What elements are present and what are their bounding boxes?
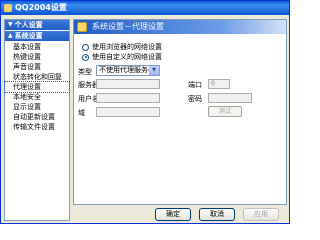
panel-title: 系统设置－代理设置: [92, 22, 164, 31]
settings-folder-icon: [77, 22, 87, 32]
radio-custom-settings[interactable]: 使用自定义的网络设置: [82, 52, 162, 62]
sidebar-group-personal[interactable]: ▼ 个人设置: [5, 20, 69, 30]
radio-label: 使用自定义的网络设置: [92, 53, 162, 61]
sidebar-item-auto-update[interactable]: 自动更新设置: [5, 112, 69, 122]
radio-label: 使用浏览器的网络设置: [92, 43, 162, 51]
window-title: QQ2004设置: [15, 3, 67, 12]
domain-label: 域: [78, 109, 85, 117]
sidebar-item-local-security[interactable]: 本地安全: [5, 92, 69, 102]
expand-arrow-icon: ▼: [8, 21, 13, 28]
password-label: 密码: [188, 95, 202, 103]
sidebar-item-sound[interactable]: 声音设置: [5, 62, 69, 72]
proxy-type-value: 不使用代理服务器: [99, 66, 155, 74]
chevron-down-icon[interactable]: ▼: [149, 66, 159, 75]
sidebar-item-hotkey[interactable]: 热键设置: [5, 52, 69, 62]
settings-window: QQ2004设置 ▼ 个人设置 ▲ 系统设置 基本设置 热键设置 声音设置 状态…: [0, 0, 290, 224]
proxy-type-select[interactable]: 不使用代理服务器 ▼: [96, 65, 160, 76]
server-field[interactable]: [96, 79, 160, 89]
radio-button[interactable]: [82, 43, 89, 51]
radio-browser-settings[interactable]: 使用浏览器的网络设置: [82, 42, 162, 52]
panel-header: 系统设置－代理设置: [74, 20, 286, 34]
port-field[interactable]: 0: [208, 79, 230, 89]
radio-button-checked[interactable]: [82, 53, 89, 61]
sidebar-item-display[interactable]: 显示设置: [5, 102, 69, 112]
settings-sidebar: ▼ 个人设置 ▲ 系统设置 基本设置 热键设置 声音设置 状态转化和回复 代理设…: [4, 19, 70, 221]
sidebar-group-system[interactable]: ▲ 系统设置: [5, 31, 69, 41]
sidebar-item-proxy[interactable]: 代理设置: [4, 81, 70, 93]
collapse-arrow-icon: ▲: [8, 32, 13, 39]
domain-field[interactable]: [96, 107, 160, 117]
port-value: 0: [211, 80, 215, 87]
test-button[interactable]: 测试: [208, 106, 242, 117]
sidebar-group-label: 系统设置: [14, 32, 43, 40]
password-field[interactable]: [208, 93, 252, 103]
port-label: 端口: [188, 81, 202, 89]
cancel-button[interactable]: 取消: [199, 208, 235, 221]
sidebar-item-basic[interactable]: 基本设置: [5, 42, 69, 52]
qq-app-icon: [4, 4, 12, 12]
sidebar-group-label: 个人设置: [14, 21, 43, 29]
proxy-settings-panel: 系统设置－代理设置 使用浏览器的网络设置 使用自定义的网络设置 类型 不使用代理…: [73, 19, 287, 205]
title-bar[interactable]: QQ2004设置: [1, 1, 289, 15]
sidebar-item-file-transfer[interactable]: 传输文件设置: [5, 122, 69, 132]
sidebar-item-status[interactable]: 状态转化和回复: [5, 72, 69, 82]
username-field[interactable]: [96, 93, 160, 103]
ok-button[interactable]: 确定: [155, 208, 191, 221]
type-label: 类型: [78, 68, 92, 76]
apply-button[interactable]: 应用: [243, 208, 279, 221]
